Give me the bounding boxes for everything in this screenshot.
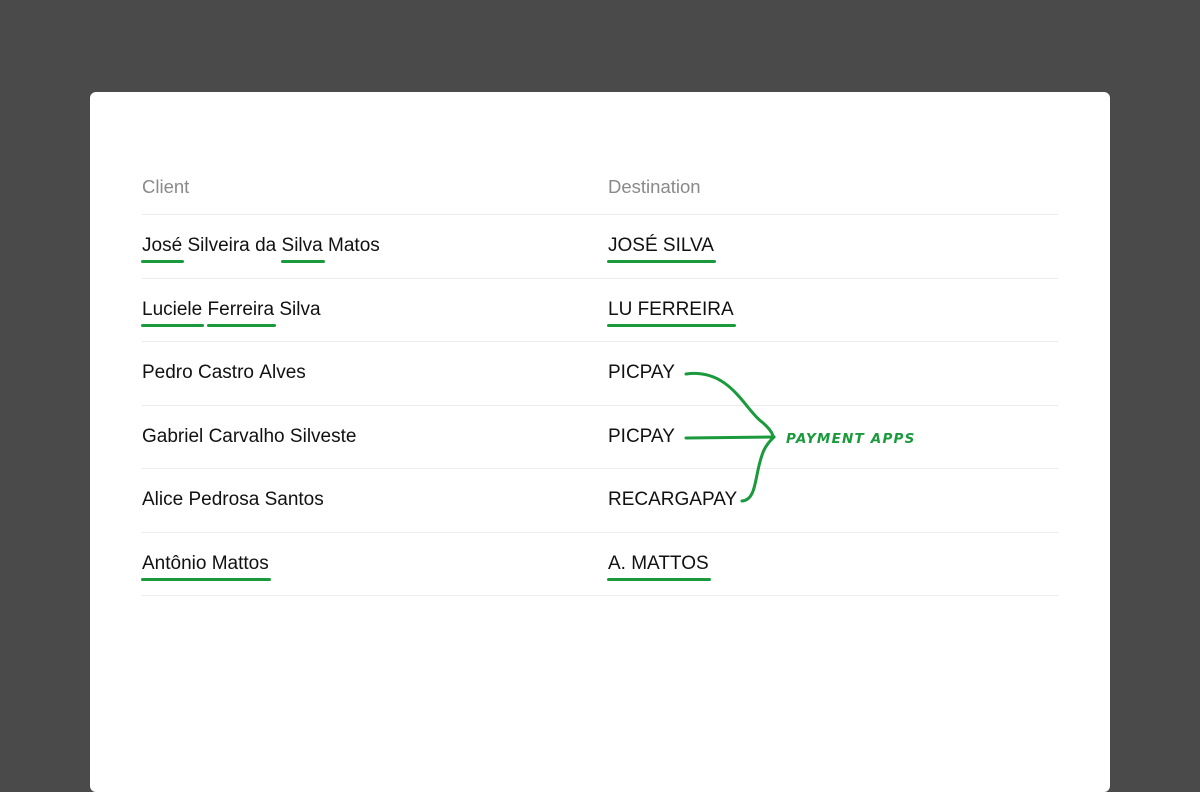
column-header-client: Client (142, 175, 190, 197)
table-row: Gabriel Carvalho Silveste PICPAY (142, 406, 1058, 469)
client-name-cell: José Silveira da Silva Matos (140, 215, 380, 278)
client-name-word: Santos (264, 489, 324, 511)
destination-name-highlighted: JOSÉ SILVA (607, 235, 716, 264)
destination-cell: LU FERREIRA (607, 279, 736, 342)
client-name-word: Pedrosa (188, 489, 260, 511)
client-name-word: Gabriel (142, 425, 204, 447)
destination-name: RECARGAPAY (608, 489, 738, 511)
client-name-word: Pedro (142, 362, 193, 384)
client-name-word-highlighted: Luciele (140, 298, 205, 327)
client-name-word: Silveste (289, 425, 357, 447)
table-row: Antônio Mattos A. MATTOS (141, 533, 1058, 596)
clients-table: Client Destination José Silveira da Silva Ma… (140, 159, 1058, 596)
content-card: Client Destination José Silveira da Silva Ma… (90, 92, 1110, 792)
table-row: Alice Pedrosa Santos RECARGAPAY (142, 469, 1058, 533)
client-name-word-highlighted: Silva (280, 235, 325, 264)
client-name-word: Castro (198, 362, 254, 384)
destination-name-highlighted: A. MATTOS (607, 552, 711, 581)
table-row: José Silveira da Silva Matos JOSÉ SILVA (140, 215, 1058, 279)
destination-name: PICPAY (608, 362, 675, 384)
client-name-word: Silva (279, 298, 321, 320)
client-name-word-highlighted: José (140, 235, 185, 264)
destination-cell: PICPAY (608, 342, 675, 405)
destination-name-highlighted: LU FERREIRA (607, 298, 736, 327)
client-name-word: Silveira (187, 235, 250, 257)
client-name-cell: Gabriel Carvalho Silveste (142, 406, 356, 469)
destination-name: PICPAY (608, 425, 675, 447)
client-name-word: Matos (328, 235, 380, 257)
table-row: Pedro Castro Alves PICPAY (142, 342, 1058, 406)
destination-cell: JOSÉ SILVA (607, 215, 716, 278)
client-name-cell: Antônio Mattos (141, 533, 271, 596)
column-header-destination: Destination (608, 175, 701, 197)
client-name-cell: Luciele Ferreira Silva (140, 279, 321, 342)
client-name-word: Alice (142, 489, 184, 511)
client-name-word-highlighted: Antônio Mattos (141, 552, 271, 581)
destination-cell: PICPAY (608, 406, 675, 469)
table-body: José Silveira da Silva Matos JOSÉ SILVA Luciel… (140, 215, 1058, 596)
destination-cell: A. MATTOS (607, 533, 711, 596)
client-name-cell: Pedro Castro Alves (142, 342, 306, 405)
destination-cell: RECARGAPAY (608, 469, 737, 532)
table-header-row: Client Destination (142, 159, 1058, 215)
client-name-word: da (255, 235, 277, 257)
client-name-word: Alves (259, 362, 306, 384)
client-name-cell: Alice Pedrosa Santos (142, 469, 324, 532)
client-name-word-highlighted: Ferreira (206, 298, 276, 327)
client-name-word: Carvalho (208, 425, 285, 447)
table-row: Luciele Ferreira Silva LU FERREIRA (140, 279, 1058, 342)
